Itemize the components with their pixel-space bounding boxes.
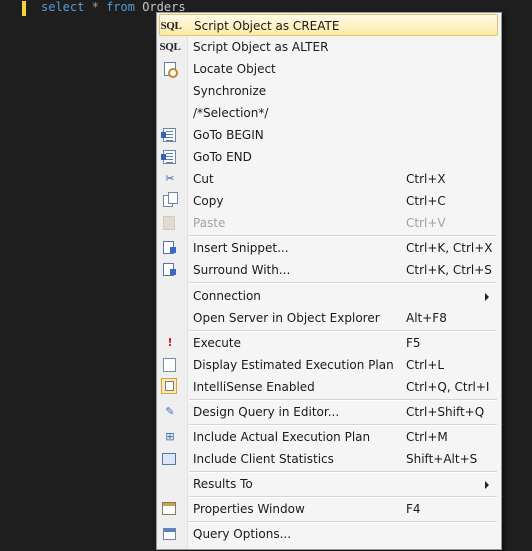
menu-item-query-options[interactable]: Query Options... — [159, 523, 498, 545]
menu-item-script-create[interactable]: SQL Script Object as CREATE — [159, 14, 498, 36]
menu-item-label: Design Query in Editor... — [193, 405, 340, 419]
client-statistics-icon — [162, 453, 176, 465]
sql-icon: SQL — [160, 20, 182, 32]
menu-item-shortcut: Ctrl+X — [406, 172, 446, 186]
menu-item-label: Surround With... — [193, 263, 291, 277]
properties-icon — [162, 502, 176, 515]
menu-item-shortcut: Ctrl+V — [406, 216, 446, 230]
menu-item-label: Cut — [193, 172, 214, 186]
menu-item-label: Insert Snippet... — [193, 241, 289, 255]
menu-item-label: GoTo END — [193, 150, 252, 164]
menu-item-label: Connection — [193, 289, 261, 303]
design-query-icon: ✎ — [165, 405, 175, 418]
menu-item-label: Script Object as CREATE — [194, 19, 340, 33]
menu-separator — [189, 282, 497, 284]
menu-item-open-server[interactable]: Open Server in Object Explorer Alt+F8 — [159, 307, 498, 329]
menu-item-actual-plan[interactable]: ⊞ Include Actual Execution Plan Ctrl+M — [159, 426, 498, 448]
menu-item-insert-snippet[interactable]: Insert Snippet... Ctrl+K, Ctrl+X — [159, 237, 498, 259]
actual-plan-icon: ⊞ — [165, 430, 175, 443]
menu-item-label: /*Selection*/ — [193, 106, 269, 120]
menu-item-label: GoTo BEGIN — [193, 128, 264, 142]
menu-item-shortcut: Alt+F8 — [406, 311, 447, 325]
keyword-select: select — [41, 0, 85, 14]
menu-item-shortcut: Ctrl+M — [406, 430, 448, 444]
menu-item-paste[interactable]: Paste Ctrl+V — [159, 212, 498, 234]
menu-item-shortcut: Ctrl+C — [406, 194, 446, 208]
menu-item-connection[interactable]: Connection — [159, 285, 498, 307]
copy-icon — [163, 192, 178, 207]
menu-item-goto-end[interactable]: GoTo END — [159, 146, 498, 168]
menu-item-execute[interactable]: ! Execute F5 — [159, 332, 498, 354]
modified-line-marker — [22, 1, 26, 16]
keyword-from: from — [106, 0, 135, 14]
menu-item-cut[interactable]: ✂ Cut Ctrl+X — [159, 168, 498, 190]
menu-item-shortcut: Ctrl+K, Ctrl+S — [406, 263, 492, 277]
menu-item-shortcut: Ctrl+K, Ctrl+X — [406, 241, 493, 255]
menu-item-shortcut: Ctrl+Shift+Q — [406, 405, 485, 419]
insert-snippet-icon — [163, 241, 176, 254]
menu-item-locate-object[interactable]: Locate Object — [159, 58, 498, 80]
menu-item-script-alter[interactable]: SQL Script Object as ALTER — [159, 36, 498, 58]
intellisense-icon — [161, 378, 177, 394]
query-options-icon — [163, 528, 176, 540]
menu-item-label: Display Estimated Execution Plan — [193, 358, 394, 372]
execution-plan-icon — [163, 358, 176, 372]
menu-item-label: Open Server in Object Explorer — [193, 311, 380, 325]
menu-item-label: Script Object as ALTER — [193, 40, 329, 54]
locate-object-icon — [164, 62, 178, 78]
menu-item-label: Locate Object — [193, 62, 276, 76]
submenu-arrow-icon — [485, 293, 489, 301]
menu-item-estimated-plan[interactable]: Display Estimated Execution Plan Ctrl+L — [159, 354, 498, 376]
cut-icon: ✂ — [165, 172, 175, 185]
menu-item-shortcut: Ctrl+L — [406, 358, 445, 372]
asterisk-operator: * — [91, 0, 99, 14]
menu-item-label: Copy — [193, 194, 224, 208]
menu-item-results-to[interactable]: Results To — [159, 473, 498, 495]
menu-item-label: Synchronize — [193, 84, 267, 98]
menu-item-label: Properties Window — [193, 502, 305, 516]
menu-item-design-query[interactable]: ✎ Design Query in Editor... Ctrl+Shift+Q — [159, 401, 498, 423]
menu-item-label: Results To — [193, 477, 253, 491]
menu-item-client-statistics[interactable]: Include Client Statistics Shift+Alt+S — [159, 448, 498, 470]
surround-with-icon — [163, 263, 176, 276]
menu-item-label: IntelliSense Enabled — [193, 380, 315, 394]
menu-item-shortcut: Shift+Alt+S — [406, 452, 478, 466]
execute-icon: ! — [167, 336, 173, 349]
menu-item-label: Paste — [193, 216, 226, 230]
menu-item-surround-with[interactable]: Surround With... Ctrl+K, Ctrl+S — [159, 259, 498, 281]
menu-item-intellisense[interactable]: IntelliSense Enabled Ctrl+Q, Ctrl+I — [159, 376, 498, 398]
menu-item-shortcut: Ctrl+Q, Ctrl+I — [406, 380, 490, 394]
submenu-arrow-icon — [485, 481, 489, 489]
paste-icon — [163, 216, 175, 230]
menu-item-copy[interactable]: Copy Ctrl+C — [159, 190, 498, 212]
goto-begin-icon — [161, 128, 176, 142]
menu-item-shortcut: F4 — [406, 502, 421, 516]
context-menu: SQL Script Object as CREATE SQL Script O… — [156, 12, 502, 550]
goto-end-icon — [161, 150, 176, 164]
sql-icon: SQL — [159, 41, 181, 53]
menu-item-label: Query Options... — [193, 527, 292, 541]
menu-item-shortcut: F5 — [406, 336, 421, 350]
menu-item-label: Execute — [193, 336, 241, 350]
menu-item-label: Include Actual Execution Plan — [193, 430, 371, 444]
menu-item-selection[interactable]: /*Selection*/ — [159, 102, 498, 124]
menu-item-properties-window[interactable]: Properties Window F4 — [159, 498, 498, 520]
menu-item-label: Include Client Statistics — [193, 452, 334, 466]
menu-item-synchronize[interactable]: Synchronize — [159, 80, 498, 102]
menu-item-goto-begin[interactable]: GoTo BEGIN — [159, 124, 498, 146]
